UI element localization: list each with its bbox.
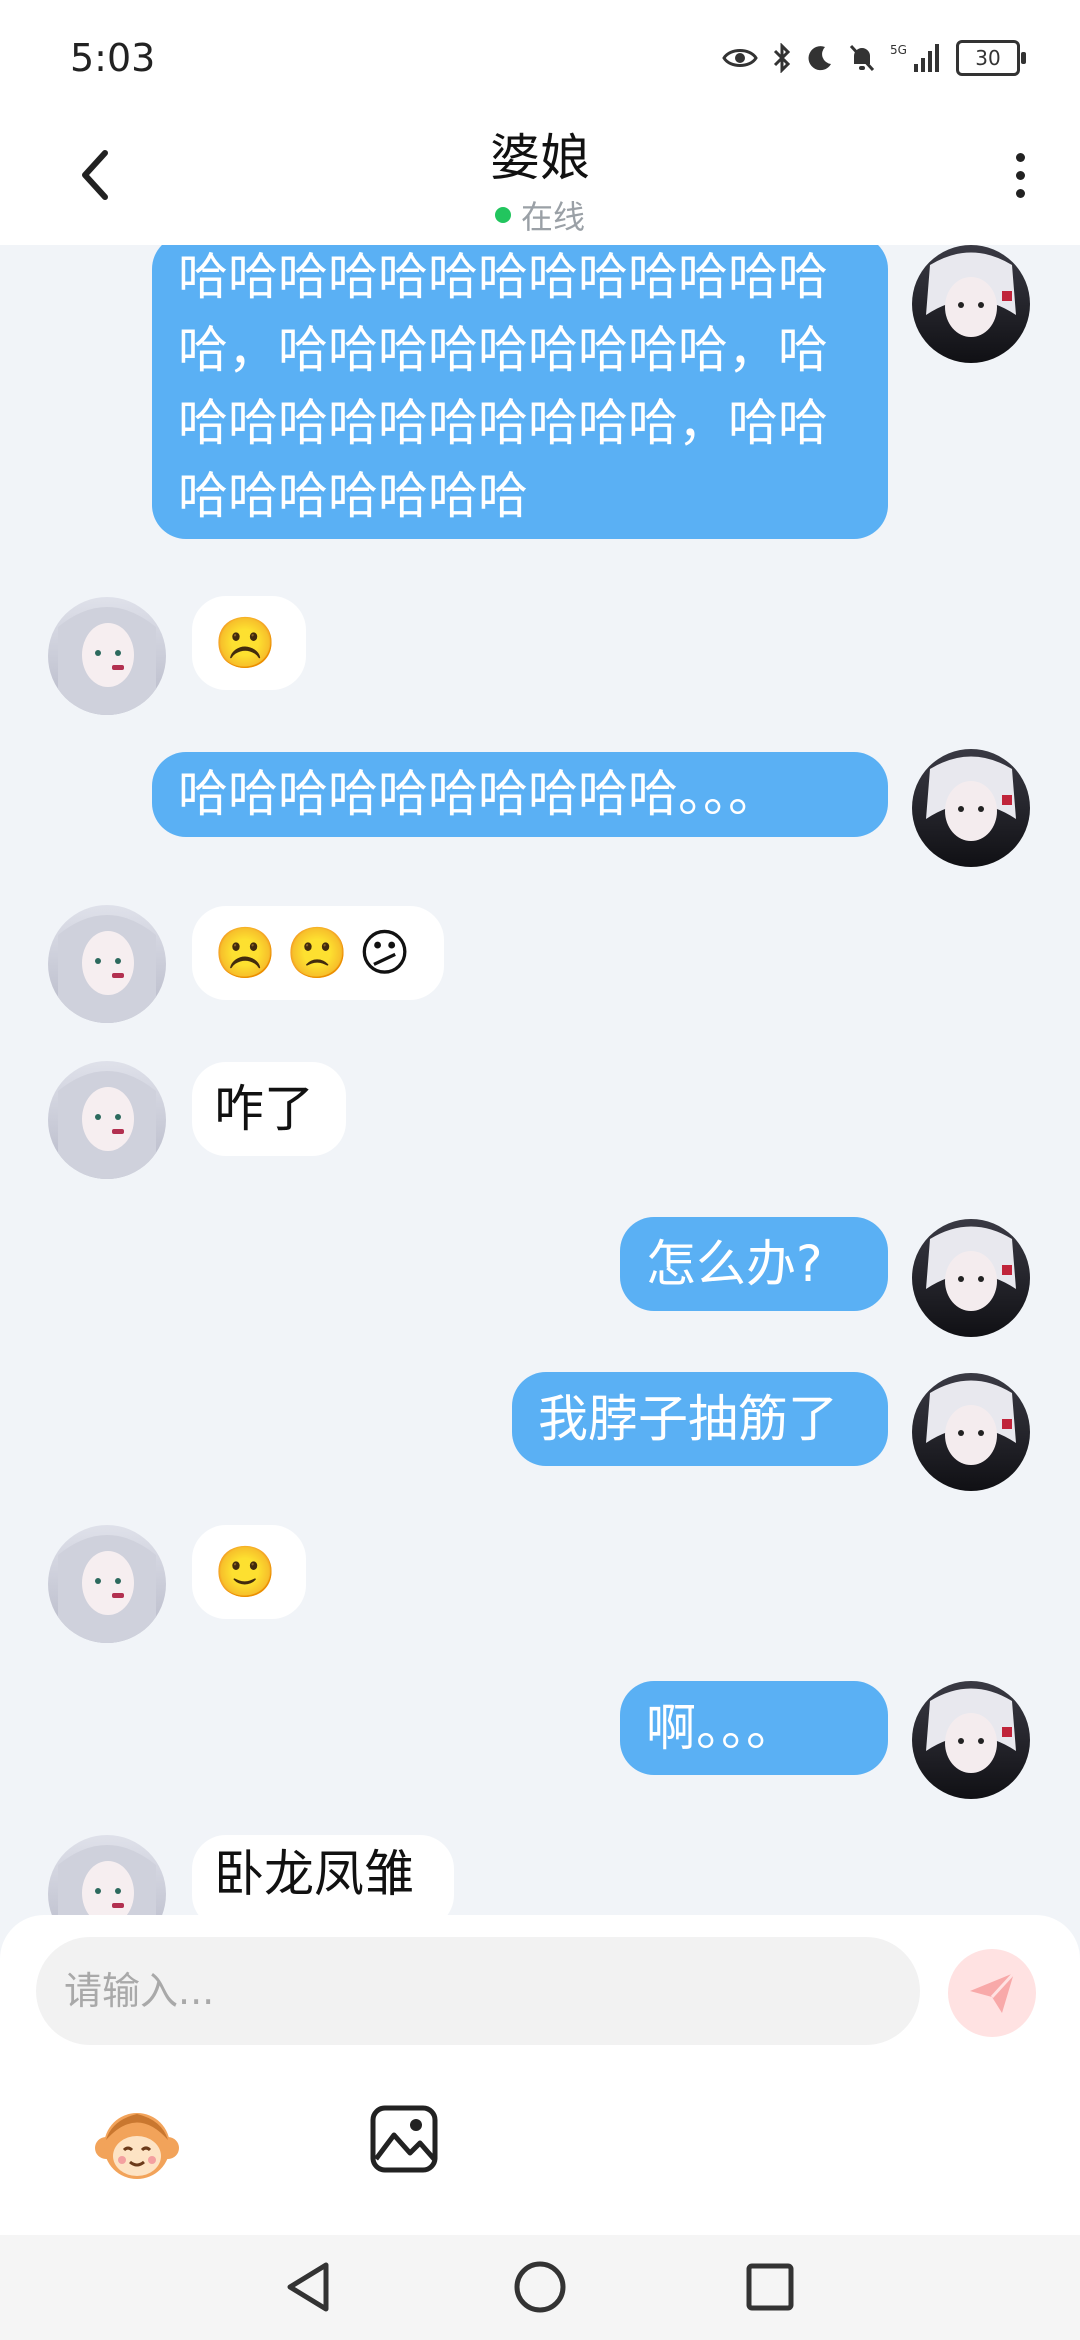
eye-icon <box>722 46 758 70</box>
nav-recents-button[interactable] <box>738 2255 802 2319</box>
bluetooth-icon <box>772 43 792 73</box>
nav-home-button[interactable] <box>508 2255 572 2319</box>
muted-bell-icon <box>848 43 876 73</box>
paper-plane-icon <box>970 1971 1016 2013</box>
image-icon[interactable] <box>368 2103 440 2175</box>
frowning-face-emoji: ☹️ <box>214 613 277 672</box>
contact-avatar[interactable] <box>48 1525 166 1643</box>
contact-avatar[interactable] <box>48 1061 166 1179</box>
battery-icon: 30 <box>956 40 1026 76</box>
chat-header: 婆娘 在线 <box>0 110 1080 245</box>
composer: 请输入... <box>0 1915 1080 2235</box>
incoming-bubble[interactable]: ☹️ 🙁 😕 <box>192 906 444 1000</box>
presence-label: 在线 <box>520 198 585 236</box>
my-avatar[interactable] <box>912 245 1030 363</box>
more-dot-icon <box>1015 170 1025 180</box>
slightly-frowning-face-emoji: 🙁 <box>286 923 349 982</box>
title-block: 婆娘 在线 <box>0 118 1080 238</box>
incoming-bubble[interactable]: ☹️ <box>192 596 306 690</box>
moon-icon <box>806 44 834 72</box>
message-list[interactable]: 哈哈哈哈哈哈哈哈哈哈哈哈哈哈，哈哈哈哈哈哈哈哈哈，哈哈哈哈哈哈哈哈哈哈哈，哈哈哈… <box>0 245 1080 1915</box>
system-nav-bar <box>0 2235 1080 2340</box>
more-options-button[interactable] <box>1000 140 1040 210</box>
monkey-sticker-icon[interactable] <box>92 2100 182 2190</box>
incoming-bubble[interactable]: 卧龙凤雏 <box>192 1835 454 1915</box>
incoming-bubble[interactable]: 🙂 <box>192 1525 306 1619</box>
outgoing-bubble[interactable]: 哈哈哈哈哈哈哈哈哈哈。。。 <box>152 752 888 837</box>
status-time: 5:03 <box>70 36 156 80</box>
square-recents-icon <box>746 2263 794 2311</box>
incoming-bubble[interactable]: 咋了 <box>192 1062 346 1156</box>
send-button[interactable] <box>948 1949 1036 2037</box>
status-bar: 5:03 5G 30 <box>0 0 1080 110</box>
contact-avatar[interactable] <box>48 905 166 1023</box>
contact-avatar[interactable] <box>48 597 166 715</box>
circle-home-icon <box>514 2261 566 2313</box>
triangle-back-icon <box>287 2262 329 2312</box>
outgoing-bubble[interactable]: 哈哈哈哈哈哈哈哈哈哈哈哈哈哈，哈哈哈哈哈哈哈哈哈，哈哈哈哈哈哈哈哈哈哈哈，哈哈哈… <box>152 245 888 539</box>
outgoing-bubble[interactable]: 啊。。。 <box>620 1681 888 1775</box>
my-avatar[interactable] <box>912 1219 1030 1337</box>
my-avatar[interactable] <box>912 749 1030 867</box>
my-avatar[interactable] <box>912 1373 1030 1491</box>
outgoing-bubble[interactable]: 我脖子抽筋了 <box>512 1372 888 1466</box>
svg-text:5G: 5G <box>890 43 907 57</box>
online-dot-icon <box>494 207 511 223</box>
message-input[interactable]: 请输入... <box>36 1937 920 2045</box>
status-icons: 5G 30 <box>722 40 1026 76</box>
contact-avatar[interactable] <box>48 1835 166 1915</box>
slightly-smiling-face-emoji: 🙂 <box>214 1542 277 1601</box>
confused-face-emoji: 😕 <box>358 923 411 982</box>
frowning-face-emoji: ☹️ <box>214 923 277 982</box>
presence-status: 在线 <box>494 192 585 238</box>
outgoing-bubble[interactable]: 怎么办? <box>620 1217 888 1311</box>
more-dot-icon <box>1015 152 1025 162</box>
signal-5g-icon: 5G <box>890 42 942 74</box>
my-avatar[interactable] <box>912 1681 1030 1799</box>
nav-back-button[interactable] <box>276 2255 340 2319</box>
contact-name: 婆娘 <box>490 129 590 187</box>
more-dot-icon <box>1015 188 1025 198</box>
